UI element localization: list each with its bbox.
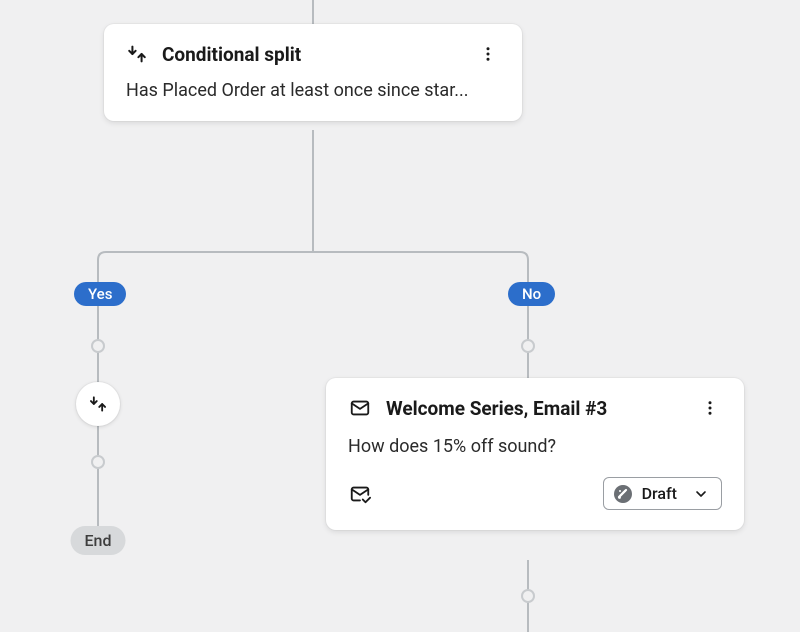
split-card-description: Has Placed Order at least once since sta… xyxy=(126,80,500,101)
more-vertical-icon xyxy=(701,399,719,417)
connector-ring xyxy=(91,339,105,353)
status-dropdown[interactable]: Draft xyxy=(603,477,722,510)
email-card-menu-button[interactable] xyxy=(698,396,722,420)
email-card-subject: How does 15% off sound? xyxy=(348,436,722,457)
branch-end-pill: End xyxy=(71,526,126,555)
connector-ring xyxy=(521,339,535,353)
conditional-split-card[interactable]: Conditional split Has Placed Order at le… xyxy=(104,24,522,121)
status-dot-icon xyxy=(614,485,632,503)
email-card[interactable]: Welcome Series, Email #3 How does 15% of… xyxy=(326,378,744,530)
split-icon xyxy=(126,43,148,65)
branch-yes-pill: Yes xyxy=(74,282,126,306)
mail-icon xyxy=(348,397,372,419)
connector-ring xyxy=(91,455,105,469)
split-icon xyxy=(88,394,108,414)
connector-ring xyxy=(521,589,535,603)
email-card-title: Welcome Series, Email #3 xyxy=(386,397,684,420)
split-mini-node[interactable] xyxy=(76,382,120,426)
split-card-menu-button[interactable] xyxy=(476,42,500,66)
split-card-title: Conditional split xyxy=(162,43,462,66)
mail-check-icon[interactable] xyxy=(348,483,372,505)
more-vertical-icon xyxy=(479,45,497,63)
status-label: Draft xyxy=(642,484,677,503)
branch-no-pill: No xyxy=(508,282,555,306)
chevron-down-icon xyxy=(693,486,709,502)
